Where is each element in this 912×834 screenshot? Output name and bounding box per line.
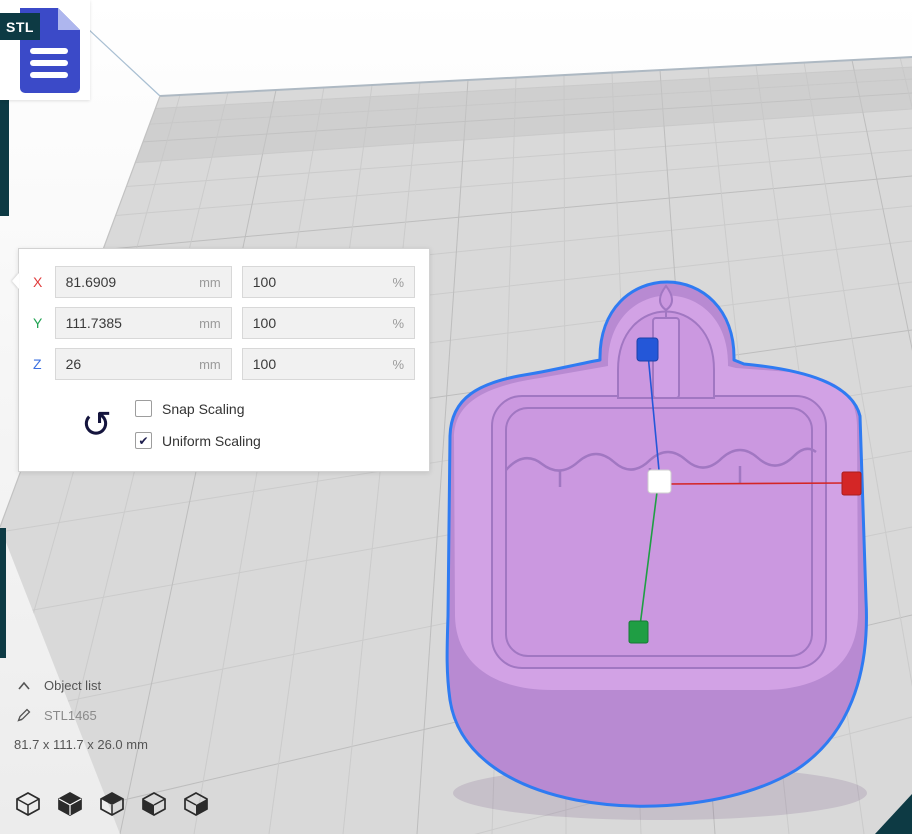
scale-row-y: Y 111.7385 mm 100 % — [33, 307, 415, 339]
camera-view-left-button[interactable] — [140, 790, 168, 818]
camera-view-toolbar — [14, 790, 210, 818]
axis-y-label: Y — [33, 315, 55, 331]
gizmo-handle-y[interactable] — [629, 621, 648, 643]
snap-scaling-label: Snap Scaling — [162, 401, 245, 417]
object-name: STL1465 — [44, 708, 97, 723]
gizmo-handle-z[interactable] — [637, 338, 658, 361]
application-window: STL X 81.6909 mm 100 % Y 111.7385 mm 100… — [0, 0, 912, 834]
scale-row-z: Z 26 mm 100 % — [33, 348, 415, 380]
reset-scale-button[interactable]: ↺ — [81, 407, 125, 443]
axis-z-label: Z — [33, 356, 55, 372]
stl-badge: STL — [0, 13, 40, 40]
object-list-header[interactable]: Object list — [16, 678, 300, 693]
snap-scaling-checkbox[interactable] — [135, 400, 152, 417]
z-size-input[interactable]: 26 mm — [55, 348, 232, 380]
object-list-panel: Object list STL1465 81.7 x 111.7 x 26.0 … — [0, 678, 300, 752]
gizmo-handle-x[interactable] — [842, 472, 861, 495]
camera-view-3d-icon — [15, 791, 41, 817]
camera-view-front-icon — [57, 791, 83, 817]
reset-scale-icon: ↺ — [81, 404, 112, 445]
stl-file-tile[interactable]: STL — [0, 0, 90, 100]
panel-pointer — [12, 273, 19, 289]
scale-tool-panel: X 81.6909 mm 100 % Y 111.7385 mm 100 % Z — [18, 248, 430, 472]
scale-row-x: X 81.6909 mm 100 % — [33, 266, 415, 298]
y-percent-input[interactable]: 100 % — [242, 307, 415, 339]
camera-view-left-icon — [141, 791, 167, 817]
uniform-scaling-option[interactable]: ✔ Uniform Scaling — [135, 432, 261, 449]
camera-view-top-icon — [99, 791, 125, 817]
object-list-item[interactable]: STL1465 — [16, 707, 300, 723]
camera-view-right-icon — [183, 791, 209, 817]
snap-scaling-option[interactable]: Snap Scaling — [135, 400, 261, 417]
x-percent-input[interactable]: 100 % — [242, 266, 415, 298]
z-percent-input[interactable]: 100 % — [242, 348, 415, 380]
uniform-scaling-checkbox[interactable]: ✔ — [135, 432, 152, 449]
camera-view-3d-button[interactable] — [14, 790, 42, 818]
camera-view-front-button[interactable] — [56, 790, 84, 818]
gizmo-handle-center[interactable] — [648, 470, 671, 493]
axis-x-label: X — [33, 274, 55, 290]
y-size-input[interactable]: 111.7385 mm — [55, 307, 232, 339]
camera-view-right-button[interactable] — [182, 790, 210, 818]
uniform-scaling-label: Uniform Scaling — [162, 433, 261, 449]
camera-view-top-button[interactable] — [98, 790, 126, 818]
x-size-input[interactable]: 81.6909 mm — [55, 266, 232, 298]
object-list-chevron-icon — [16, 680, 32, 692]
object-dimensions: 81.7 x 111.7 x 26.0 mm — [14, 737, 300, 752]
edit-pencil-icon — [16, 707, 32, 723]
